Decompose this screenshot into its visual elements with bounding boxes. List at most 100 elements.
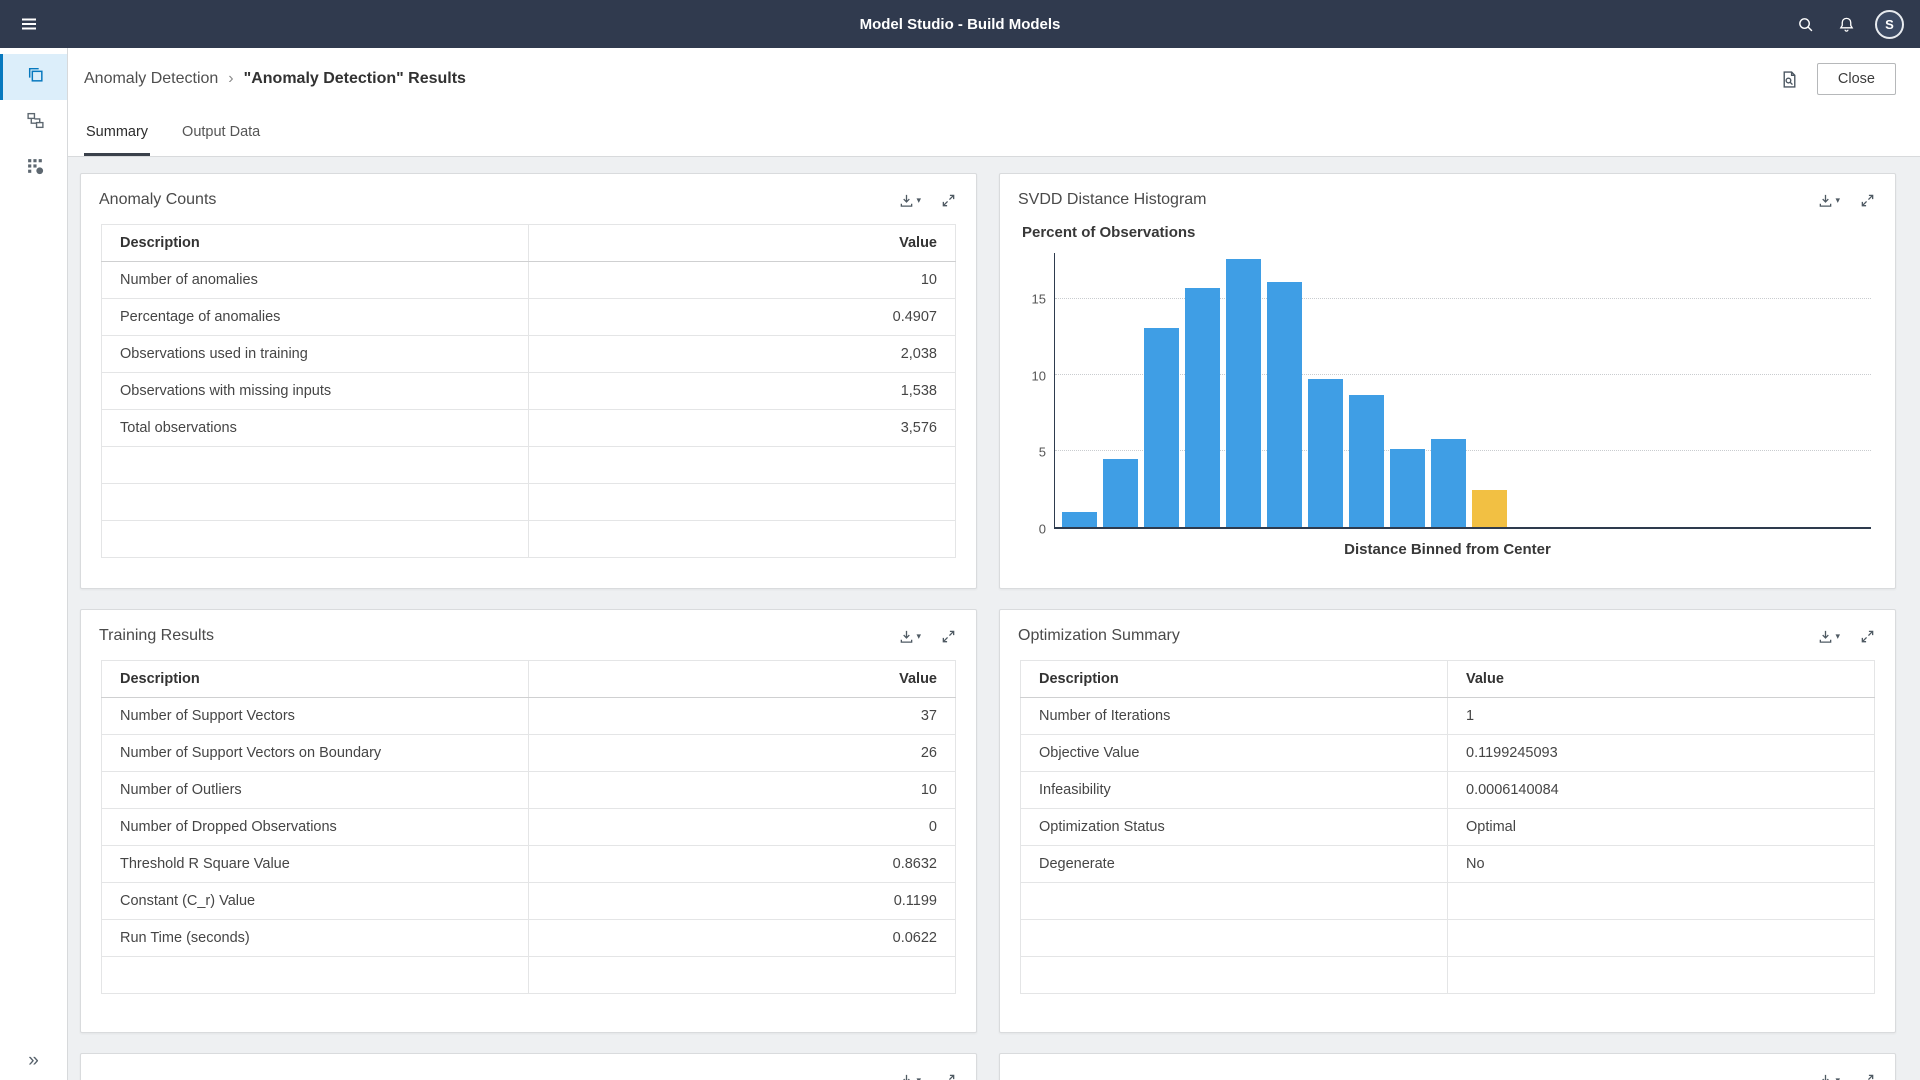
maximize-button[interactable] [939, 627, 958, 646]
table-row: Degenerate No [1020, 845, 1875, 883]
sidebar-item-data[interactable] [0, 146, 67, 192]
breadcrumb-actions: Close [1778, 63, 1896, 95]
histogram-bar [1349, 394, 1384, 527]
breadcrumb-separator: › [228, 70, 234, 87]
tab-output-data[interactable]: Output Data [180, 110, 262, 156]
cell-value [1447, 882, 1875, 920]
table-row [1020, 956, 1875, 994]
table-row: Number of Iterations 1 [1020, 697, 1875, 735]
training-results-table: Description Value Number of Support Vector… [101, 660, 956, 994]
maximize-button[interactable] [939, 191, 958, 210]
cell-description: Number of anomalies [101, 261, 529, 299]
flowchart-icon [26, 111, 45, 135]
cell-value: 37 [528, 697, 956, 735]
page-top: Anomaly Detection › "Anomaly Detection" … [68, 48, 1920, 157]
download-button[interactable]: ▾ [897, 627, 923, 646]
maximize-button[interactable] [939, 1071, 958, 1080]
histogram-bar [1103, 458, 1138, 527]
download-button[interactable]: ▾ [897, 1071, 923, 1080]
maximize-button[interactable] [1858, 191, 1877, 210]
table-header-row: Description Value [101, 660, 956, 698]
table-row: Threshold R Square Value 0.8632 [101, 845, 956, 883]
cell-value: 0.1199245093 [1447, 734, 1875, 772]
notifications-bell-icon[interactable] [1834, 12, 1859, 37]
download-button[interactable]: ▾ [1816, 191, 1842, 210]
cell-value: 26 [528, 734, 956, 772]
table-row [101, 483, 956, 521]
cell-value: 0 [528, 808, 956, 846]
y-axis-title: Percent of Observations [1022, 224, 1196, 241]
histogram-bar [1390, 449, 1425, 527]
breadcrumb: Anomaly Detection › "Anomaly Detection" … [68, 48, 1920, 110]
table-row [101, 520, 956, 558]
close-button[interactable]: Close [1816, 63, 1896, 95]
histogram-bar [1062, 511, 1097, 527]
panel-actions: ▾ [1816, 191, 1877, 210]
histogram-bar [1185, 288, 1220, 527]
cell-description [1020, 919, 1448, 957]
tab-summary[interactable]: Summary [84, 110, 151, 156]
cell-value: 10 [528, 771, 956, 809]
panel-optimization-summary: Optimization Summary ▾ Description Value… [999, 609, 1896, 1033]
user-avatar[interactable]: S [1875, 9, 1904, 39]
table-row: Number of Dropped Observations 0 [101, 808, 956, 846]
table-row: Objective Value 0.1199245093 [1020, 734, 1875, 772]
cell-value [528, 520, 956, 558]
sidebar-item-pipeline-comparison[interactable] [0, 100, 67, 146]
column-header: Description [1020, 660, 1448, 698]
y-tick-label: 15 [1031, 291, 1046, 307]
histogram-bar [1431, 438, 1466, 527]
maximize-button[interactable] [1858, 1071, 1877, 1080]
search-icon[interactable] [1793, 12, 1818, 37]
cell-description [1020, 882, 1448, 920]
header-actions: S [1793, 9, 1904, 39]
panel-partial-left: ▾ [80, 1053, 977, 1080]
cell-description: Number of Iterations [1020, 697, 1448, 735]
sidebar-item-pipelines[interactable] [0, 54, 67, 100]
pdf-export-icon[interactable] [1778, 68, 1801, 91]
table-row: Constant (C_r) Value 0.1199 [101, 882, 956, 920]
cell-description: Total observations [101, 409, 529, 447]
cell-value: 2,038 [528, 335, 956, 373]
table-row: Optimization Status Optimal [1020, 808, 1875, 846]
results-content: Anomaly Counts ▾ Description Value Numbe… [68, 157, 1920, 1080]
panel-actions: ▾ [897, 627, 958, 646]
y-tick-label: 0 [1038, 521, 1046, 537]
maximize-button[interactable] [1858, 627, 1877, 646]
histogram-bar [1308, 379, 1343, 527]
y-axis-ticks: 0 5 10 15 [1018, 253, 1054, 537]
panel-title: Optimization Summary [1018, 627, 1180, 644]
breadcrumb-parent-link[interactable]: Anomaly Detection [84, 70, 218, 88]
table-row: Observations used in training 2,038 [101, 335, 956, 373]
cell-description: Observations used in training [101, 335, 529, 373]
cell-value: 0.0622 [528, 919, 956, 957]
panel-actions: ▾ [897, 1071, 958, 1080]
cell-value [528, 956, 956, 994]
cell-value: Optimal [1447, 808, 1875, 846]
cell-value: 3,576 [528, 409, 956, 447]
cell-value: No [1447, 845, 1875, 883]
column-header: Value [528, 660, 956, 698]
hamburger-menu-icon[interactable] [16, 11, 42, 37]
panel-training-results: Training Results ▾ Description Value Num… [80, 609, 977, 1033]
column-header: Value [528, 224, 956, 262]
panel-title: Training Results [99, 627, 215, 644]
cell-value: 1,538 [528, 372, 956, 410]
download-button[interactable]: ▾ [1816, 627, 1842, 646]
cell-value: 0.8632 [528, 845, 956, 883]
data-grid-icon [26, 157, 45, 181]
cell-value [528, 446, 956, 484]
download-button[interactable]: ▾ [897, 191, 923, 210]
download-button[interactable]: ▾ [1816, 1071, 1842, 1080]
cell-value: 0.0006140084 [1447, 771, 1875, 809]
chevron-down-icon: ▾ [916, 194, 921, 205]
cell-description [1020, 956, 1448, 994]
chevron-down-icon: ▾ [1835, 194, 1840, 205]
table-row: Run Time (seconds) 0.0622 [101, 919, 956, 957]
sidebar-expand-icon[interactable]: » [0, 1050, 67, 1072]
cell-value [1447, 956, 1875, 994]
cell-description: Number of Outliers [101, 771, 529, 809]
table-row: Percentage of anomalies 0.4907 [101, 298, 956, 336]
table-row [1020, 882, 1875, 920]
cell-description: Number of Dropped Observations [101, 808, 529, 846]
